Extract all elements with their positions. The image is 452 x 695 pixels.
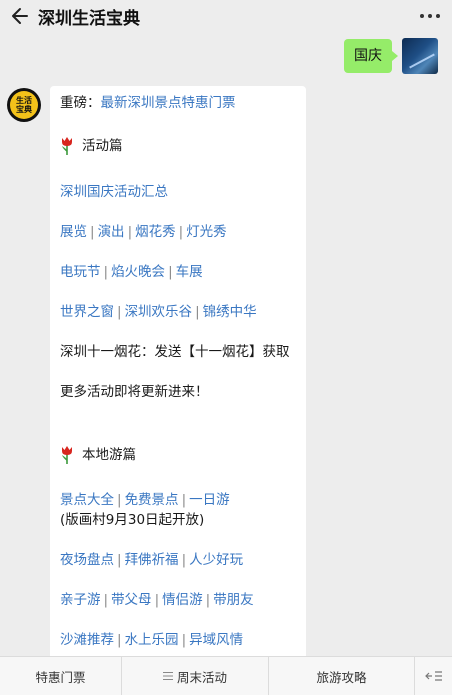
fireworks-instruction: 深圳十一烟花：发送【十一烟花】获取	[60, 344, 290, 360]
separator: |	[90, 224, 95, 240]
light-show-link[interactable]: 灯光秀	[186, 224, 227, 240]
outgoing-message: 国庆	[344, 38, 438, 74]
keyboard-switch-icon[interactable]	[415, 657, 452, 695]
gaming-festival-link[interactable]: 电玩节	[60, 264, 101, 280]
menu-travel-guide[interactable]: 旅游攻略	[269, 657, 415, 695]
with-friends-link[interactable]: 带朋友	[213, 592, 254, 608]
travel-links-row1: 景点大全 | 免费景点 | 一日游	[60, 491, 230, 509]
day-trip-link[interactable]: 一日游	[189, 492, 230, 508]
section-activities-title: 活动篇	[82, 138, 123, 154]
national-day-events-link[interactable]: 深圳国庆活动汇总	[60, 183, 168, 201]
exhibition-link[interactable]: 展览	[60, 224, 87, 240]
back-arrow-icon[interactable]	[8, 5, 30, 27]
tulip-icon	[62, 446, 72, 464]
with-parents-link[interactable]: 带父母	[111, 592, 152, 608]
fireworks-show-link[interactable]: 烟花秀	[135, 224, 176, 240]
activity-links-row2: 电玩节 | 焰火晚会 | 车展	[60, 263, 203, 281]
activity-links-row3: 世界之窗 | 深圳欢乐谷 | 锦绣中华	[60, 303, 257, 321]
separator: |	[178, 224, 184, 240]
less-crowded-link[interactable]: 人少好玩	[189, 552, 243, 568]
bottom-menu-bar: 特惠门票 周末活动 旅游攻略	[0, 656, 452, 695]
separator: |	[154, 592, 160, 608]
section-local-travel-heading: 本地游篇	[60, 445, 136, 465]
switch-to-keyboard-icon	[424, 671, 442, 681]
official-account-avatar[interactable]: 生活 宝典	[7, 88, 41, 122]
attractions-list-link[interactable]: 景点大全	[60, 492, 114, 508]
chat-title: 深圳生活宝典	[38, 9, 140, 29]
temple-prayer-link[interactable]: 拜佛祈福	[125, 552, 179, 568]
free-attractions-link[interactable]: 免费景点	[125, 492, 179, 508]
menu-label: 特惠门票	[35, 669, 86, 685]
menu-label: 旅游攻略	[316, 669, 367, 685]
print-village-note: (版画村9月30日起开放)	[60, 512, 205, 528]
fireworks-gala-link[interactable]: 焰火晚会	[111, 264, 165, 280]
splendid-china-link[interactable]: 锦绣中华	[203, 304, 257, 320]
separator: |	[195, 304, 200, 320]
travel-links-row4: 沙滩推荐 | 水上乐园 | 异域风情	[60, 631, 243, 649]
separator: |	[181, 632, 187, 648]
section-activities-heading: 活动篇	[60, 136, 123, 156]
separator: |	[168, 264, 173, 280]
separator: |	[117, 492, 122, 508]
water-park-link[interactable]: 水上乐园	[125, 632, 179, 648]
top-bar: 深圳生活宝典	[0, 0, 452, 34]
separator: |	[181, 552, 187, 568]
happy-valley-link[interactable]: 深圳欢乐谷	[125, 304, 193, 320]
discount-tickets-link[interactable]: 最新深圳景点特惠门票	[101, 95, 236, 111]
travel-links-row3: 亲子游 | 带父母 | 情侣游 | 带朋友	[60, 591, 254, 609]
menu-label: 周末活动	[176, 669, 227, 685]
separator: |	[103, 264, 109, 280]
section-local-travel-title: 本地游篇	[82, 447, 136, 463]
more-activities-note: 更多活动即将更新进来！	[60, 384, 209, 400]
chat-area[interactable]: 国庆 生活 宝典 重磅：最新深圳景点特惠门票 活动篇 深圳国庆活动汇总 展览 | 演…	[0, 34, 452, 656]
headline: 重磅：最新深圳景点特惠门票	[60, 94, 236, 112]
headline-prefix: 重磅：	[60, 95, 101, 111]
performance-link[interactable]: 演出	[98, 224, 125, 240]
nightlife-link[interactable]: 夜场盘点	[60, 552, 114, 568]
activity-links-row1: 展览 | 演出 | 烟花秀 | 灯光秀	[60, 223, 227, 241]
user-avatar[interactable]	[402, 38, 438, 74]
couples-trip-link[interactable]: 情侣游	[162, 592, 203, 608]
separator: |	[181, 492, 187, 508]
window-of-world-link[interactable]: 世界之窗	[60, 304, 114, 320]
incoming-message-bubble: 重磅：最新深圳景点特惠门票 活动篇 深圳国庆活动汇总 展览 | 演出 | 烟花秀 | 灯光秀…	[50, 86, 306, 656]
separator: |	[127, 224, 133, 240]
separator: |	[117, 552, 122, 568]
menu-weekend-events[interactable]: 周末活动	[122, 657, 269, 695]
travel-links-row2: 夜场盘点 | 拜佛祈福 | 人少好玩	[60, 551, 243, 569]
separator: |	[117, 632, 122, 648]
avatar-text-line2: 宝典	[16, 105, 32, 114]
tulip-icon	[62, 137, 72, 155]
exotic-style-link[interactable]: 异域风情	[189, 632, 243, 648]
more-options-icon[interactable]	[420, 14, 440, 18]
separator: |	[117, 304, 122, 320]
family-trip-link[interactable]: 亲子游	[60, 592, 101, 608]
menu-discount-tickets[interactable]: 特惠门票	[0, 657, 122, 695]
outgoing-bubble[interactable]: 国庆	[344, 39, 398, 73]
beach-link[interactable]: 沙滩推荐	[60, 632, 114, 648]
separator: |	[103, 592, 109, 608]
submenu-icon	[162, 672, 173, 680]
avatar-text-line1: 生活	[16, 96, 32, 105]
separator: |	[205, 592, 211, 608]
auto-show-link[interactable]: 车展	[176, 264, 203, 280]
